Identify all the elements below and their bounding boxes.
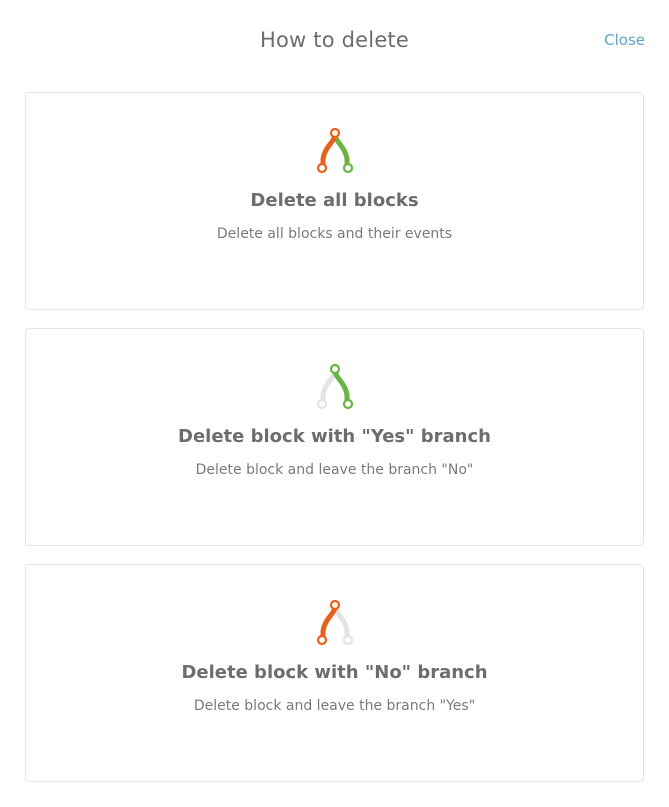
option-description: Delete block and leave the branch "Yes" <box>193 698 476 714</box>
modal-header: How to delete Close <box>0 0 669 82</box>
branch-both-icon <box>315 125 355 177</box>
option-title: Delete block with "No" branch <box>181 662 488 683</box>
option-description: Delete block and leave the branch "No" <box>195 462 474 478</box>
delete-modal: How to delete Close Delete all blocks De… <box>0 0 669 807</box>
branch-no-icon <box>315 597 355 649</box>
option-description: Delete all blocks and their events <box>216 226 453 242</box>
close-button[interactable]: Close <box>604 31 645 49</box>
branch-yes-icon <box>315 361 355 413</box>
option-delete-yes-branch[interactable]: Delete block with "Yes" branch Delete bl… <box>25 328 644 546</box>
option-delete-all-blocks[interactable]: Delete all blocks Delete all blocks and … <box>25 92 644 310</box>
option-delete-no-branch[interactable]: Delete block with "No" branch Delete blo… <box>25 564 644 782</box>
modal-title: How to delete <box>259 28 409 52</box>
option-title: Delete all blocks <box>250 190 419 211</box>
option-title: Delete block with "Yes" branch <box>178 426 491 447</box>
